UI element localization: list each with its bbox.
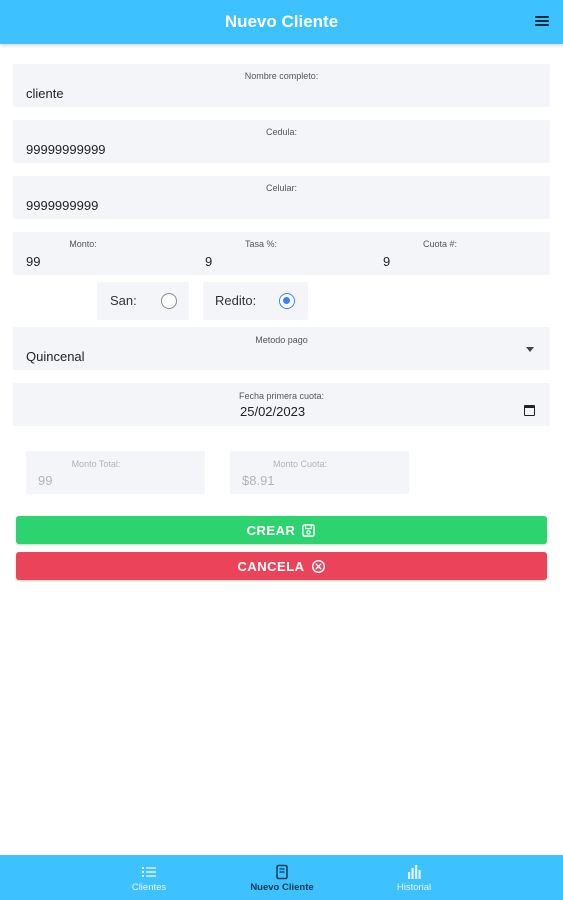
bar-chart-icon <box>408 865 421 879</box>
close-circle-icon <box>311 559 325 573</box>
nombre-label: Nombre completo: <box>244 71 319 81</box>
redito-radio[interactable] <box>279 293 295 309</box>
san-label: San: <box>110 293 137 308</box>
tab-clientes[interactable]: Clientes <box>99 855 199 900</box>
crear-button[interactable]: CREAR <box>16 516 547 544</box>
fecha-label: Fecha primera cuota: <box>238 391 325 401</box>
tasa-label: Tasa %: <box>244 239 277 249</box>
monto-total-value: 99 <box>38 473 53 488</box>
menu-icon[interactable] <box>535 16 549 27</box>
fecha-field[interactable]: Fecha primera cuota: 25/02/2023 <box>13 383 550 426</box>
celular-input[interactable]: 9999999999 <box>26 198 98 213</box>
metodo-pago-select[interactable]: Metodo pago Quincenal <box>13 327 550 370</box>
san-option[interactable]: San: <box>97 282 189 320</box>
tab-nuevo-cliente-label: Nuevo Cliente <box>250 882 314 893</box>
san-radio[interactable] <box>161 293 177 309</box>
cuota-label: Cuota #: <box>422 239 458 249</box>
document-icon <box>276 864 288 880</box>
monto-cuota-label: Monto Cuota: <box>272 459 328 469</box>
nombre-input[interactable]: cliente <box>26 86 64 101</box>
crear-label: CREAR <box>246 522 296 538</box>
redito-label: Redito: <box>215 293 257 308</box>
monto-input[interactable]: 99 <box>26 254 40 269</box>
celular-field[interactable]: Celular: 9999999999 <box>13 176 550 219</box>
calendar-icon[interactable] <box>524 405 535 416</box>
redito-option[interactable]: Redito: <box>203 282 308 320</box>
cancela-label: CANCELA <box>237 558 305 574</box>
tab-historial[interactable]: Historial <box>364 855 464 900</box>
cancela-button[interactable]: CANCELA <box>16 552 547 580</box>
loan-terms-row: Monto: 99 Tasa %: 9 Cuota #: 9 <box>13 232 550 275</box>
celular-label: Celular: <box>265 183 297 193</box>
page-title: Nuevo Cliente <box>224 12 339 31</box>
monto-cuota-field: Monto Cuota: $8.91 <box>230 451 409 494</box>
tab-bar: Clientes Nuevo Cliente Historial <box>0 855 563 900</box>
cedula-input[interactable]: 99999999999 <box>26 142 106 157</box>
monto-cuota-value: $8.91 <box>242 473 275 488</box>
metodo-pago-value: Quincenal <box>26 349 85 364</box>
cuota-input[interactable]: 9 <box>383 254 390 269</box>
tab-historial-label: Historial <box>396 882 432 893</box>
tab-nuevo-cliente[interactable]: Nuevo Cliente <box>232 855 332 900</box>
caret-down-icon <box>526 347 534 352</box>
tasa-input[interactable]: 9 <box>205 254 212 269</box>
app-header: Nuevo Cliente <box>0 0 563 44</box>
monto-total-label: Monto Total: <box>71 459 121 469</box>
nombre-field[interactable]: Nombre completo: cliente <box>13 64 550 107</box>
save-icon <box>302 523 316 537</box>
cedula-field[interactable]: Cedula: 99999999999 <box>13 120 550 163</box>
list-icon <box>142 867 156 877</box>
cedula-label: Cedula: <box>265 127 298 137</box>
monto-label: Monto: <box>69 239 97 249</box>
monto-total-field: Monto Total: 99 <box>26 451 205 494</box>
fecha-input[interactable]: 25/02/2023 <box>240 404 305 419</box>
metodo-pago-label: Metodo pago <box>255 335 308 345</box>
tab-clientes-label: Clientes <box>131 882 167 893</box>
